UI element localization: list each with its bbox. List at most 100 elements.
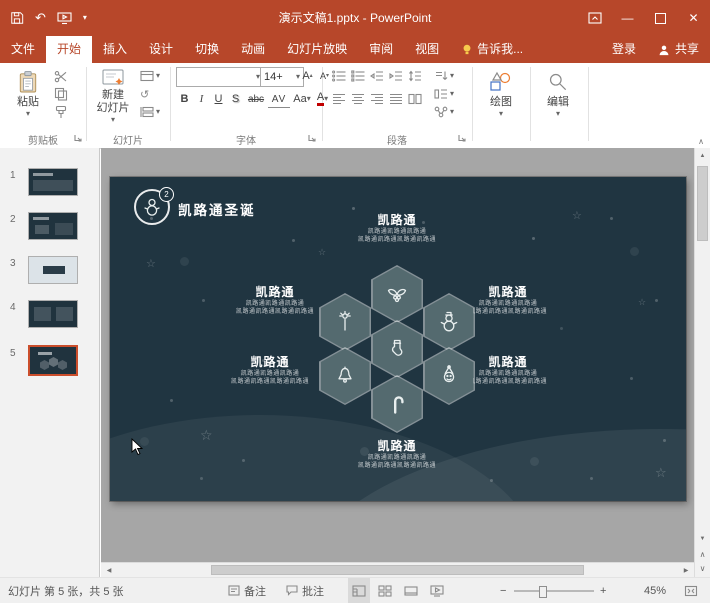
tab-slideshow[interactable]: 幻灯片放映 [276, 36, 358, 63]
character-spacing-button[interactable]: AV [268, 92, 290, 108]
normal-view-button[interactable] [348, 578, 370, 603]
section-button[interactable]: ▾ [138, 103, 162, 121]
slide-thumbnail-4[interactable] [28, 300, 78, 328]
tab-file[interactable]: 文件 [0, 36, 46, 63]
reset-slide-button[interactable]: ↺ [138, 85, 162, 103]
slideshow-view-button[interactable] [426, 578, 448, 603]
horizontal-scrollbar[interactable]: ◀ ▶ [101, 562, 694, 577]
minimize-button[interactable]: — [611, 0, 644, 36]
paste-button[interactable]: 粘贴 ▾ [8, 66, 48, 118]
tab-insert[interactable]: 插入 [92, 36, 138, 63]
thumbnail-number: 1 [10, 170, 16, 181]
align-text-button[interactable]: ▾ [432, 85, 456, 103]
slide-title[interactable]: 凯路通圣诞 [178, 199, 256, 219]
editing-group-button[interactable]: 编辑 ▾ [535, 66, 581, 118]
thumb-deco [49, 357, 58, 367]
hexagon-holly[interactable] [371, 265, 423, 323]
scroll-up-arrow[interactable]: ▲ [695, 150, 710, 162]
increase-indent-button[interactable] [387, 67, 404, 85]
align-right-button[interactable] [368, 90, 385, 108]
format-painter-button[interactable] [52, 103, 70, 121]
horizontal-scroll-thumb[interactable] [211, 565, 584, 575]
fit-slide-to-window-button[interactable] [684, 578, 698, 603]
justify-button[interactable] [387, 90, 404, 108]
columns-button[interactable] [406, 90, 423, 108]
slide-thumbnail-3[interactable] [28, 256, 78, 284]
line-spacing-button[interactable] [406, 67, 423, 85]
zoom-level[interactable]: 45% [632, 578, 666, 603]
cut-button[interactable] [52, 67, 70, 85]
align-center-button[interactable] [349, 90, 366, 108]
tab-view[interactable]: 视图 [404, 36, 450, 63]
paste-label: 粘贴 [17, 96, 39, 108]
editing-canvas[interactable]: 2 凯路通圣诞 凯路通 凯路通凯路通凯路通 凯路通凯路通凯路通凯路通 凯路通 凯… [101, 148, 694, 562]
align-left-button[interactable] [330, 90, 347, 108]
zoom-in-button[interactable]: + [600, 578, 606, 603]
decrease-indent-button[interactable] [368, 67, 385, 85]
font-color-button[interactable]: A▾ [314, 90, 331, 108]
vertical-scroll-thumb[interactable] [697, 166, 708, 241]
numbering-button[interactable] [349, 67, 366, 85]
layout-button[interactable]: ▾ [138, 67, 162, 85]
slide-thumbnail-1[interactable] [28, 168, 78, 196]
text-direction-button[interactable]: ▾ [432, 67, 456, 85]
change-case-button[interactable]: Aa▾ [290, 90, 314, 108]
close-button[interactable]: ✕ [677, 0, 710, 36]
tab-animations[interactable]: 动画 [230, 36, 276, 63]
maximize-button[interactable] [644, 0, 677, 36]
drawing-group-button[interactable]: 绘图 ▾ [477, 66, 525, 118]
star-decoration [200, 427, 213, 444]
hexagon-candy-cane[interactable] [371, 375, 423, 433]
vertical-scrollbar[interactable]: ▲ ▼ ∧ ∨ [694, 148, 710, 577]
italic-button[interactable]: I [193, 90, 210, 108]
callout-left-lower[interactable]: 凯路通 凯路通凯路通凯路通 凯路通凯路通凯路通凯路通 [215, 355, 325, 386]
new-slide-label-1: 新建 [102, 90, 124, 101]
hexagon-bell[interactable] [319, 347, 371, 405]
thumb-deco [33, 173, 53, 176]
slide-5-editing-surface[interactable]: 2 凯路通圣诞 凯路通 凯路通凯路通凯路通 凯路通凯路通凯路通凯路通 凯路通 凯… [110, 177, 686, 501]
tab-transitions[interactable]: 切换 [184, 36, 230, 63]
next-slide-button[interactable]: ∨ [695, 561, 710, 575]
grow-font-label: A [302, 70, 309, 82]
font-name-combo[interactable]: ▾ [176, 67, 264, 87]
bold-button[interactable]: B [176, 90, 193, 108]
paragraph-dialog-launcher[interactable] [458, 133, 466, 145]
ribbon-display-options-button[interactable] [578, 0, 611, 36]
thumbnail-number: 2 [10, 214, 16, 225]
tell-me-box[interactable]: 告诉我... [450, 36, 534, 63]
new-slide-button[interactable]: 新建 幻灯片 ▾ [92, 66, 134, 124]
font-size-combo[interactable]: 14+ ▾ [260, 67, 304, 87]
scroll-left-arrow[interactable]: ◀ [103, 563, 115, 577]
zoom-slider-thumb[interactable] [539, 586, 547, 598]
grow-font-button[interactable]: A▴ [299, 67, 316, 85]
font-dialog-launcher[interactable] [308, 133, 316, 145]
notes-button[interactable]: 备注 [228, 578, 266, 603]
slide-thumbnail-2[interactable] [28, 212, 78, 240]
share-button[interactable]: 共享 [647, 36, 710, 63]
comments-button[interactable]: 批注 [286, 578, 324, 603]
zoom-slider[interactable] [514, 590, 594, 592]
bullets-button[interactable] [330, 67, 347, 85]
collapse-ribbon-button[interactable]: ∧ [698, 137, 704, 146]
previous-slide-button[interactable]: ∧ [695, 547, 710, 561]
underline-button[interactable]: U [210, 90, 227, 108]
sign-in-button[interactable]: 登录 [601, 36, 647, 63]
zoom-out-button[interactable]: − [500, 578, 506, 603]
hexagon-stocking[interactable] [371, 320, 423, 378]
callout-top[interactable]: 凯路通 凯路通凯路通凯路通 凯路通凯路通凯路通凯路通 [322, 213, 472, 244]
tab-home[interactable]: 开始 [46, 36, 92, 63]
callout-left-upper[interactable]: 凯路通 凯路通凯路通凯路通 凯路通凯路通凯路通凯路通 [220, 285, 330, 316]
text-shadow-button[interactable]: S [227, 90, 244, 108]
scroll-down-arrow[interactable]: ▼ [695, 532, 710, 545]
convert-smartart-button[interactable]: ▾ [432, 103, 456, 121]
scroll-right-arrow[interactable]: ▶ [680, 563, 692, 577]
slide-sorter-view-button[interactable] [374, 578, 396, 603]
copy-button[interactable] [52, 85, 70, 103]
callout-bottom[interactable]: 凯路通 凯路通凯路通凯路通 凯路通凯路通凯路通凯路通 [322, 439, 472, 470]
strikethrough-button[interactable]: abc [244, 90, 268, 108]
reading-view-button[interactable] [400, 578, 422, 603]
clipboard-dialog-launcher[interactable] [74, 133, 82, 145]
tab-design[interactable]: 设计 [138, 36, 184, 63]
tab-review[interactable]: 审阅 [358, 36, 404, 63]
slide-thumbnail-5-selected[interactable] [28, 345, 78, 376]
